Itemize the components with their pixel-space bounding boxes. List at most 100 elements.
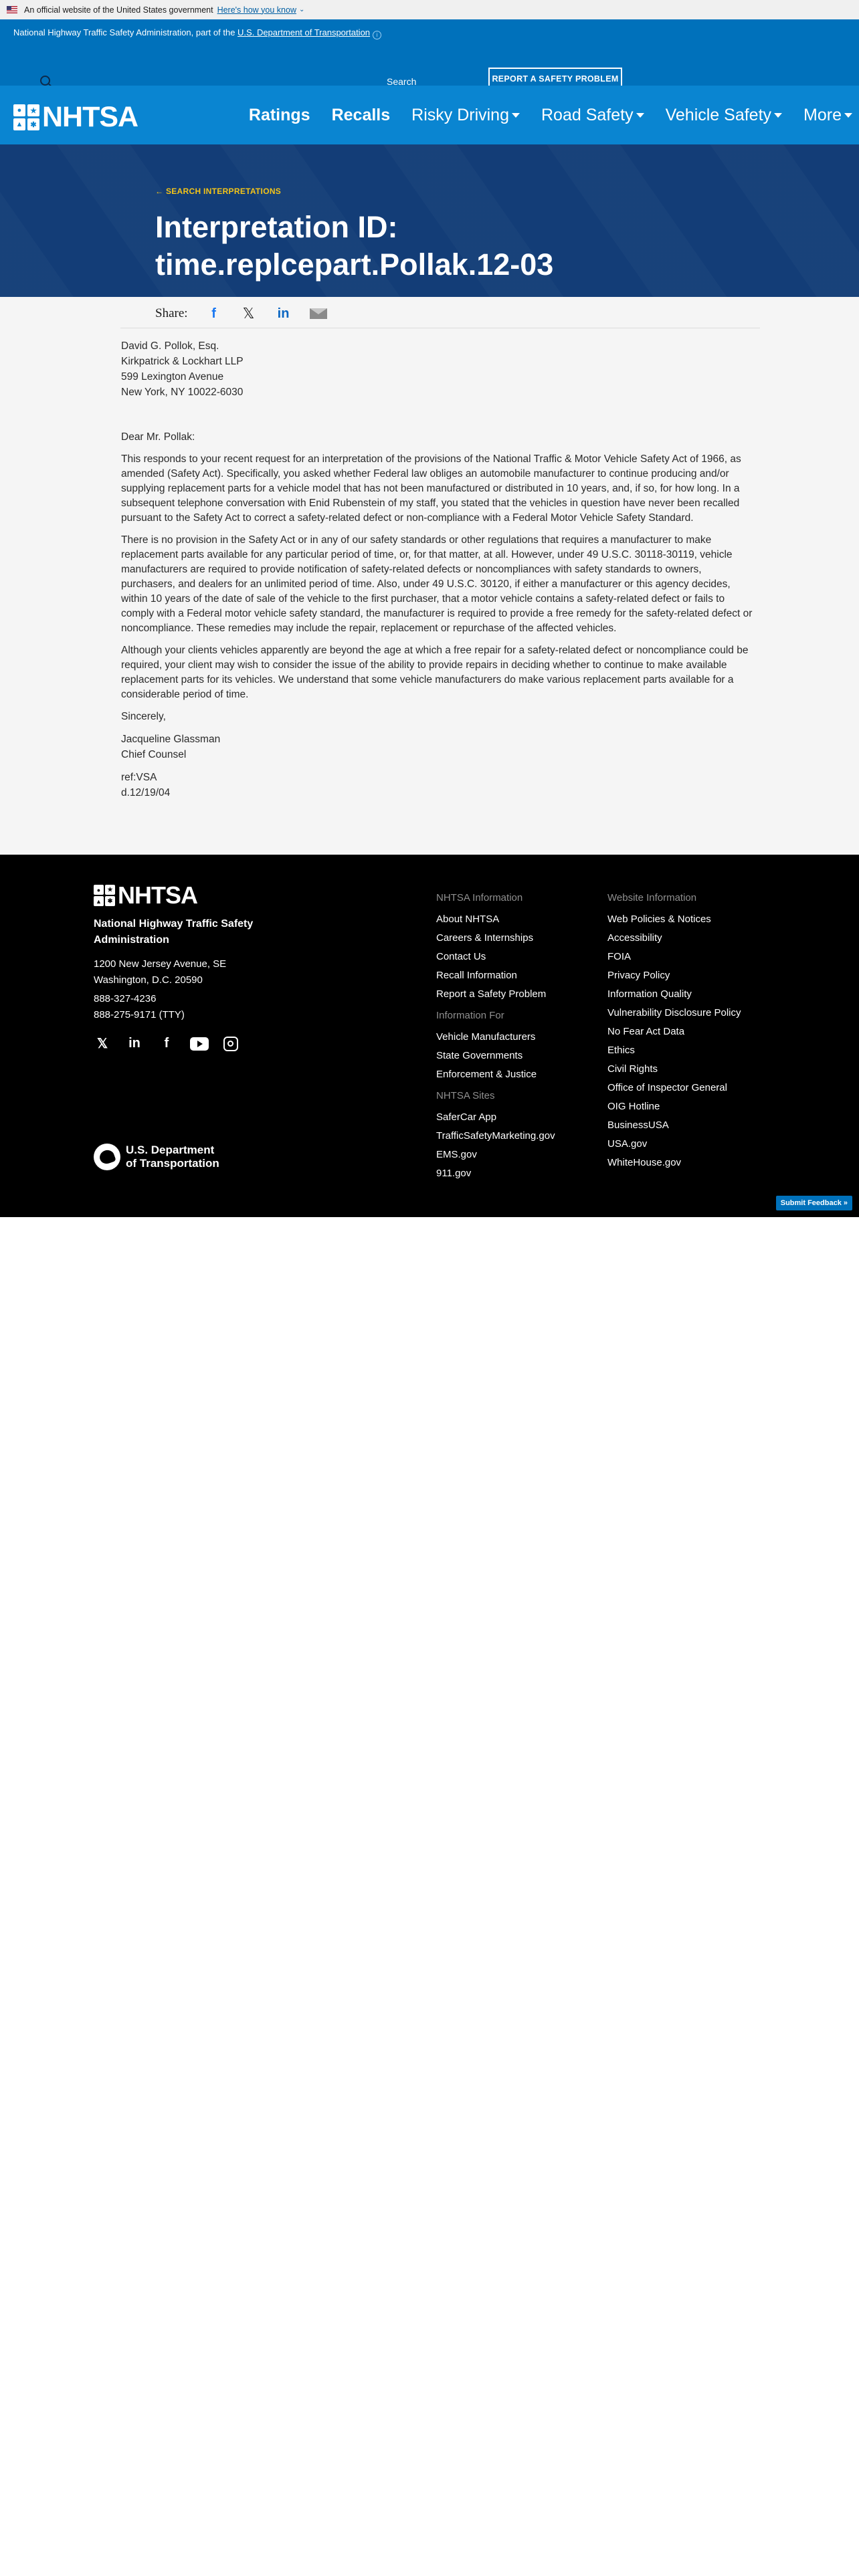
caret-down-icon (774, 112, 783, 118)
nav-item-recalls[interactable]: Recalls (332, 106, 391, 125)
search-interpretations-link[interactable]: ← SEARCH INTERPRETATIONS (155, 187, 281, 196)
x-icon[interactable]: 𝕏 (94, 1035, 111, 1052)
dot-footer-logo[interactable]: U.S. Department of Transportation (94, 1144, 219, 1170)
footer-link[interactable]: FOIA (607, 948, 741, 966)
footer-logo[interactable]: ● ★ ▲ ✱ NHTSA (94, 881, 198, 909)
recipient-address: David G. Pollok, Esq. Kirkpatrick & Lock… (121, 338, 757, 400)
dot-logo-text: U.S. Department of Transportation (126, 1144, 219, 1170)
x-share-icon[interactable]: 𝕏 (240, 305, 258, 322)
address-line: Washington, D.C. 20590 (94, 974, 203, 986)
linkedin-share-icon[interactable]: in (275, 306, 292, 321)
back-link-label: SEARCH INTERPRETATIONS (165, 187, 282, 196)
footer-link[interactable]: Privacy Policy (607, 966, 741, 985)
parent-agency-line: National Highway Traffic Safety Administ… (13, 27, 382, 39)
footer-link[interactable]: 911.gov (436, 1164, 555, 1183)
reference-block: ref:VSA d.12/19/04 (121, 770, 757, 800)
nav-item-road-safety[interactable]: Road Safety (541, 106, 644, 125)
footer-phones: 888-327-4236 888-275-9171 (TTY) (94, 991, 185, 1023)
footer-link[interactable]: Contact Us (436, 948, 555, 966)
nhtsa-logo[interactable]: ● ★ ▲ ✱ NHTSA (13, 103, 138, 132)
signature-block: Jacqueline Glassman Chief Counsel (121, 732, 757, 762)
gov-banner: An official website of the United States… (0, 0, 859, 19)
letter-paragraph: This responds to your recent request for… (121, 453, 741, 524)
how-you-know-link[interactable]: Here's how you know (217, 5, 296, 15)
nav-item-label: Road Safety (541, 105, 634, 124)
footer-link[interactable]: Vehicle Manufacturers (436, 1028, 555, 1047)
footer-link[interactable]: State Governments (436, 1047, 555, 1065)
phone-link[interactable]: 888-327-4236 (94, 991, 185, 1007)
footer-link[interactable]: Vulnerability Disclosure Policy (607, 1004, 741, 1023)
footer-link[interactable]: OIG Hotline (607, 1097, 741, 1116)
closing: Sincerely, (121, 711, 166, 722)
letter-date: d.12/19/04 (121, 787, 171, 798)
footer-link[interactable]: Office of Inspector General (607, 1079, 741, 1097)
article-section: Share: f 𝕏 in David G. Pollok, Esq. Kirk… (0, 297, 859, 855)
footer-link[interactable]: About NHTSA (436, 910, 555, 929)
footer-link[interactable]: BusinessUSA (607, 1116, 741, 1135)
address-line: New York, NY 10022-6030 (121, 387, 244, 398)
nav-item-risky-driving[interactable]: Risky Driving (411, 106, 520, 125)
nav-links: Ratings Recalls Risky Driving Road Safet… (227, 86, 852, 144)
letter-paragraph: There is no provision in the Safety Act … (121, 534, 753, 634)
logo-text: NHTSA (42, 101, 138, 133)
footer-link[interactable]: Civil Rights (607, 1060, 741, 1079)
footer-link[interactable]: Web Policies & Notices (607, 910, 741, 929)
footer-link[interactable]: Recall Information (436, 966, 555, 985)
dot-line: of Transportation (126, 1157, 219, 1170)
signer-name: Jacqueline Glassman (121, 734, 221, 745)
footer-link[interactable]: WhiteHouse.gov (607, 1154, 741, 1172)
share-label: Share: (155, 306, 188, 320)
footer-link[interactable]: TrafficSafetyMarketing.gov (436, 1127, 555, 1146)
footer-link[interactable]: Enforcement & Justice (436, 1065, 555, 1084)
footer-link[interactable]: SaferCar App (436, 1108, 555, 1127)
dot-line: U.S. Department (126, 1144, 215, 1156)
youtube-icon[interactable] (190, 1037, 209, 1051)
tty-phone-link[interactable]: 888-275-9171 (TTY) (94, 1007, 185, 1023)
dot-link[interactable]: U.S. Department of Transportation (237, 27, 370, 37)
footer-link[interactable]: No Fear Act Data (607, 1023, 741, 1041)
footer-link[interactable]: USA.gov (607, 1135, 741, 1154)
footer-link[interactable]: Ethics (607, 1041, 741, 1060)
nav-item-ratings[interactable]: Ratings (249, 106, 310, 125)
footer-link[interactable]: Information Quality (607, 985, 741, 1004)
footer-heading: NHTSA Information (436, 892, 523, 903)
facebook-share-icon[interactable]: f (205, 306, 223, 321)
footer-column-nhtsa: NHTSA Information About NHTSA Careers & … (436, 891, 555, 1183)
page-title-line1: Interpretation ID: (155, 210, 398, 244)
footer-link[interactable]: Accessibility (607, 929, 741, 948)
nav-item-label: Recalls (331, 105, 391, 124)
nav-item-more[interactable]: More (803, 106, 852, 125)
footer-column-website: Website Information Web Policies & Notic… (607, 891, 741, 1172)
footer-agency-name: National Highway Traffic Safety Administ… (94, 918, 254, 946)
reference: ref:VSA (121, 772, 157, 783)
nav-item-label: Ratings (248, 105, 310, 124)
instagram-icon[interactable] (223, 1036, 238, 1051)
footer-link[interactable]: EMS.gov (436, 1146, 555, 1164)
chevron-down-icon[interactable]: ⌄ (299, 6, 304, 13)
interpretation-letter: David G. Pollok, Esq. Kirkpatrick & Lock… (121, 338, 757, 800)
footer-link[interactable]: Careers & Internships (436, 929, 555, 948)
dot-logo-icon (94, 1144, 120, 1170)
signer-title: Chief Counsel (121, 749, 187, 760)
info-icon[interactable]: i (373, 31, 382, 39)
address-line: Kirkpatrick & Lockhart LLP (121, 356, 244, 367)
salutation: Dear Mr. Pollak: (121, 431, 195, 443)
search-icon[interactable] (40, 76, 50, 86)
email-share-icon[interactable] (309, 306, 327, 321)
footer-logo-text: NHTSA (118, 881, 198, 909)
address-line: 599 Lexington Avenue (121, 371, 224, 383)
facebook-icon[interactable]: f (158, 1036, 175, 1051)
page-hero: ← SEARCH INTERPRETATIONS Interpretation … (0, 144, 859, 297)
linkedin-icon[interactable]: in (126, 1036, 143, 1051)
footer-heading: Information For (436, 1010, 504, 1021)
footer-link[interactable]: Report a Safety Problem (436, 985, 555, 1004)
footer-heading: Website Information (607, 892, 697, 903)
logo-mark-icon: ● ★ ▲ ✱ (13, 104, 39, 130)
page-title: Interpretation ID: time.replcepart.Polla… (155, 209, 757, 284)
nav-item-label: Risky Driving (411, 105, 509, 124)
address-line: David G. Pollok, Esq. (121, 340, 219, 352)
social-links: 𝕏 in f (94, 1035, 253, 1052)
page-title-line2: time.replcepart.Pollak.12-03 (155, 247, 554, 282)
submit-feedback-button[interactable]: Submit Feedback » (775, 1196, 852, 1210)
nav-item-vehicle-safety[interactable]: Vehicle Safety (666, 106, 783, 125)
